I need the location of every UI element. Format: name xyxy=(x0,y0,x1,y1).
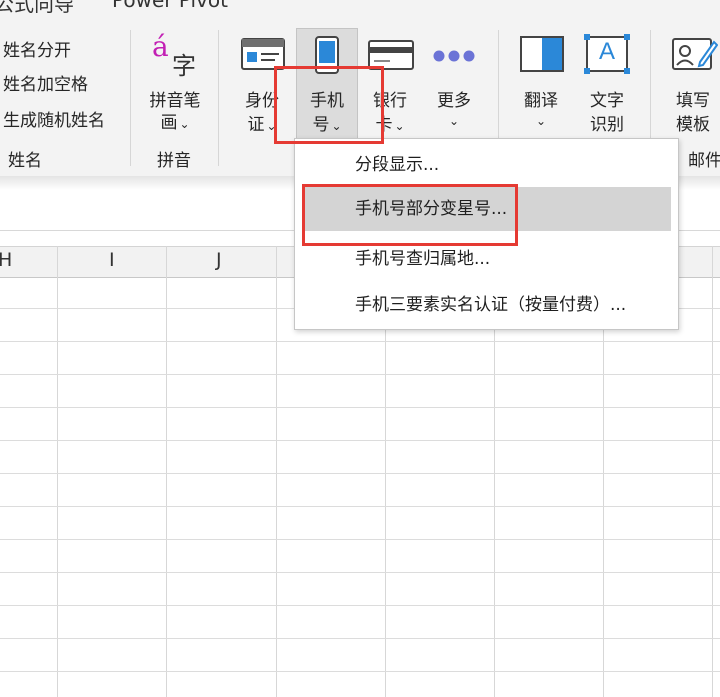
ocr-label-2: 识别 xyxy=(590,115,624,135)
fill-template-icon xyxy=(672,36,719,76)
pinyin-stroke-button[interactable]: á 字 拼音笔 画 ⌄ xyxy=(140,30,210,133)
ocr-button[interactable]: A 文字 识别 xyxy=(576,30,638,140)
phone-number-button[interactable]: 手机 号 ⌄ xyxy=(296,30,358,140)
split-name-button[interactable]: 姓名分开 xyxy=(3,36,71,61)
chevron-down-icon: ⌄ xyxy=(394,119,405,133)
column-header-h[interactable]: H xyxy=(0,249,12,271)
fill-template-label: 填写 xyxy=(676,91,710,111)
bank-card-label-2: 卡 ⌄ xyxy=(375,115,405,135)
id-card-button[interactable]: 身份 证 ⌄ xyxy=(232,30,292,140)
tab-power-pivot[interactable]: Power Pivot xyxy=(112,0,228,12)
fill-template-button[interactable]: 填写 模板 xyxy=(662,30,720,140)
group-label-pinyin: 拼音 xyxy=(157,151,191,171)
bank-card-button[interactable]: 银行 卡 ⌄ xyxy=(360,30,420,140)
chevron-down-icon: ⌄ xyxy=(266,119,277,133)
pinyin-icon: á 字 xyxy=(152,30,196,80)
group-label-mail: 邮件 xyxy=(688,151,720,171)
chevron-down-icon: ⌄ xyxy=(331,119,342,133)
ribbon-tab-strip: 公式向导 Power Pivot xyxy=(0,0,720,14)
phone-number-label: 手机 xyxy=(310,91,344,111)
id-card-icon xyxy=(241,38,285,74)
menu-item-lookup-location[interactable]: 手机号查归属地... xyxy=(303,237,671,281)
ocr-icon: A xyxy=(584,34,630,74)
more-dots-icon xyxy=(432,48,476,67)
random-name-button[interactable]: 生成随机姓名 xyxy=(3,106,105,131)
translate-icon xyxy=(520,36,564,76)
ocr-label: 文字 xyxy=(590,91,624,111)
more-button[interactable]: 更多 ⌄ xyxy=(424,30,484,140)
chevron-down-icon: ⌄ xyxy=(535,114,547,128)
id-card-label: 身份 xyxy=(245,91,279,111)
column-header-i[interactable]: I xyxy=(109,249,115,271)
chevron-down-icon: ⌄ xyxy=(179,117,190,131)
menu-item-real-name-auth[interactable]: 手机三要素实名认证（按量付费）... xyxy=(303,283,671,327)
bank-card-icon xyxy=(368,40,414,74)
translate-button[interactable]: 翻译 ⌄ xyxy=(510,30,572,140)
chevron-down-icon: ⌄ xyxy=(448,114,460,128)
more-label: 更多 xyxy=(437,91,471,111)
translate-label: 翻译 xyxy=(524,91,558,111)
tab-formula-wizard[interactable]: 公式向导 xyxy=(0,0,74,14)
mobile-phone-icon xyxy=(315,36,339,78)
bank-card-label: 银行 xyxy=(373,91,407,111)
group-label-name: 姓名 xyxy=(8,151,42,171)
menu-item-partial-mask[interactable]: 手机号部分变星号... xyxy=(303,187,671,231)
menu-item-segment-display[interactable]: 分段显示... xyxy=(303,143,671,187)
phone-number-dropdown-menu: 分段显示... 手机号部分变星号... 手机号查归属地... 手机三要素实名认证… xyxy=(294,138,679,330)
column-header-j[interactable]: J xyxy=(216,249,222,271)
name-add-space-button[interactable]: 姓名加空格 xyxy=(3,70,88,95)
pinyin-stroke-label-2: 画 ⌄ xyxy=(160,113,190,133)
phone-number-label-2: 号 ⌄ xyxy=(312,115,342,135)
fill-template-label-2: 模板 xyxy=(676,115,710,135)
id-card-label-2: 证 ⌄ xyxy=(247,115,277,135)
